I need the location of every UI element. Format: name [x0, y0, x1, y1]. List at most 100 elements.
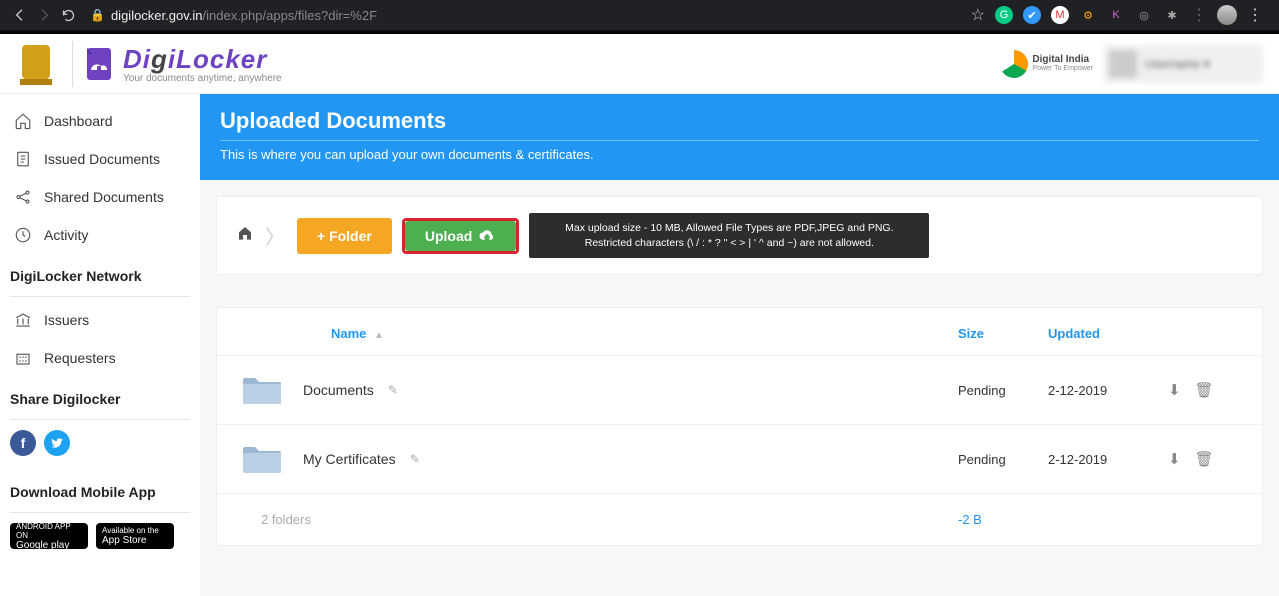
document-icon	[14, 150, 32, 168]
ext-icon-4[interactable]: ⚙	[1079, 6, 1097, 24]
upload-button[interactable]: Upload	[405, 221, 516, 251]
reload-button[interactable]	[56, 3, 80, 27]
page-subtitle: This is where you can upload your own do…	[220, 147, 1259, 162]
table-row[interactable]: My Certificates ✎ Pending 2-12-2019 ⬇ 🗑	[217, 424, 1262, 493]
address-bar[interactable]: 🔒 digilocker.gov.in/index.php/apps/files…	[90, 8, 963, 23]
add-folder-button[interactable]: + Folder	[297, 218, 392, 254]
facebook-button[interactable]: f	[10, 430, 36, 456]
digital-india-icon	[1000, 50, 1028, 78]
row-updated: 2-12-2019	[1048, 452, 1168, 467]
column-updated[interactable]: Updated	[1048, 326, 1168, 341]
digital-india-logo: Digital IndiaPower To Empower	[1000, 50, 1093, 78]
table-header: Name ▲ Size Updated	[217, 308, 1262, 355]
ext-icon-3[interactable]: M	[1051, 6, 1069, 24]
sidebar-heading-download: Download Mobile App	[0, 470, 200, 508]
download-icon[interactable]: ⬇	[1168, 381, 1181, 399]
user-menu[interactable]: Username ▾	[1103, 45, 1263, 83]
twitter-icon	[50, 436, 64, 450]
store-name: App Store	[102, 535, 168, 546]
store-top: ANDROID APP ON	[16, 522, 82, 540]
sidebar-label: Dashboard	[44, 113, 113, 129]
folder-icon	[241, 443, 283, 475]
ext-icon-5[interactable]: K	[1107, 6, 1125, 24]
toolbar: 〉 + Folder Upload Max upload size - 10 M…	[216, 196, 1263, 275]
store-name: Google play	[16, 540, 82, 551]
ext-icon-6[interactable]: ◎	[1135, 6, 1153, 24]
sort-asc-icon: ▲	[374, 330, 384, 341]
divider	[10, 512, 190, 513]
divider	[10, 419, 190, 420]
download-icon[interactable]: ⬇	[1168, 450, 1181, 468]
back-button[interactable]	[8, 3, 32, 27]
activity-icon	[14, 226, 32, 244]
page-header: Uploaded Documents This is where you can…	[200, 94, 1279, 180]
upload-highlight: Upload	[402, 218, 519, 254]
sidebar-item-requesters[interactable]: Requesters	[0, 339, 200, 377]
building-icon	[14, 349, 32, 367]
summary-size: -2 B	[958, 512, 1048, 527]
browser-extensions: ☆ G ✔ M ⚙ K ◎ ✱ ⋮ ⋮	[963, 5, 1271, 25]
brand-name: DigiLocker	[123, 44, 282, 75]
ext-divider: ⋮	[1191, 5, 1207, 25]
row-size: Pending	[958, 383, 1048, 398]
profile-avatar[interactable]	[1217, 5, 1237, 25]
sidebar-label: Requesters	[44, 350, 116, 366]
sidebar-heading-network: DigiLocker Network	[0, 254, 200, 292]
brand-tagline: Your documents anytime, anywhere	[123, 73, 282, 84]
button-label: Upload	[425, 228, 472, 244]
rename-icon[interactable]: ✎	[410, 452, 420, 466]
breadcrumb-separator: 〉	[265, 221, 285, 250]
rename-icon[interactable]: ✎	[388, 383, 398, 397]
google-play-badge[interactable]: ANDROID APP ON Google play	[10, 523, 88, 549]
url-host: digilocker.gov.in	[111, 8, 203, 23]
button-label: + Folder	[317, 228, 372, 244]
sidebar-item-dashboard[interactable]: Dashboard	[0, 102, 200, 140]
folder-icon	[241, 374, 283, 406]
home-icon	[14, 112, 32, 130]
files-table: Name ▲ Size Updated Documents ✎ Pending …	[216, 307, 1263, 546]
twitter-button[interactable]	[44, 430, 70, 456]
sidebar-item-issuers[interactable]: Issuers	[0, 301, 200, 339]
ext-icon-2[interactable]: ✔	[1023, 6, 1041, 24]
delete-icon[interactable]: 🗑	[1195, 450, 1214, 468]
sidebar-item-activity[interactable]: Activity	[0, 216, 200, 254]
share-icon	[14, 188, 32, 206]
app-header: DigiLocker Your documents anytime, anywh…	[0, 34, 1279, 94]
sidebar-label: Issued Documents	[44, 151, 160, 167]
ext-icon-7[interactable]: ✱	[1163, 6, 1181, 24]
breadcrumb-home[interactable]	[237, 225, 253, 246]
table-row[interactable]: Documents ✎ Pending 2-12-2019 ⬇ 🗑	[217, 355, 1262, 424]
column-size[interactable]: Size	[958, 326, 1048, 341]
page-title: Uploaded Documents	[220, 108, 1259, 134]
divider	[220, 140, 1259, 141]
digital-india-title: Digital India	[1032, 54, 1089, 65]
main-content: Uploaded Documents This is where you can…	[200, 94, 1279, 596]
store-top: Available on the	[102, 526, 168, 535]
emblem-icon	[16, 41, 56, 87]
sidebar-item-issued[interactable]: Issued Documents	[0, 140, 200, 178]
sidebar-label: Issuers	[44, 312, 89, 328]
bank-icon	[14, 311, 32, 329]
home-icon	[237, 225, 253, 241]
divider	[10, 296, 190, 297]
lock-icon: 🔒	[90, 8, 105, 22]
delete-icon[interactable]: 🗑	[1195, 381, 1214, 399]
sidebar-item-shared[interactable]: Shared Documents	[0, 178, 200, 216]
star-icon[interactable]: ☆	[971, 5, 985, 25]
menu-icon[interactable]: ⋮	[1247, 5, 1263, 25]
forward-button[interactable]	[32, 3, 56, 27]
sidebar-heading-share: Share Digilocker	[0, 377, 200, 415]
cloud-upload-icon	[478, 229, 496, 243]
table-summary: 2 folders -2 B	[217, 493, 1262, 545]
column-label: Name	[331, 326, 366, 341]
brand-block[interactable]: DigiLocker Your documents anytime, anywh…	[16, 41, 282, 87]
app-store-badge[interactable]: Available on the App Store	[96, 523, 174, 549]
upload-info-tooltip: Max upload size - 10 MB, Allowed File Ty…	[529, 213, 929, 258]
digital-india-sub: Power To Empower	[1032, 65, 1093, 72]
sidebar-label: Shared Documents	[44, 189, 164, 205]
column-name[interactable]: Name ▲	[241, 326, 958, 341]
summary-count: 2 folders	[241, 512, 958, 527]
ext-icon-1[interactable]: G	[995, 6, 1013, 24]
divider	[72, 41, 73, 87]
sidebar-label: Activity	[44, 227, 88, 243]
